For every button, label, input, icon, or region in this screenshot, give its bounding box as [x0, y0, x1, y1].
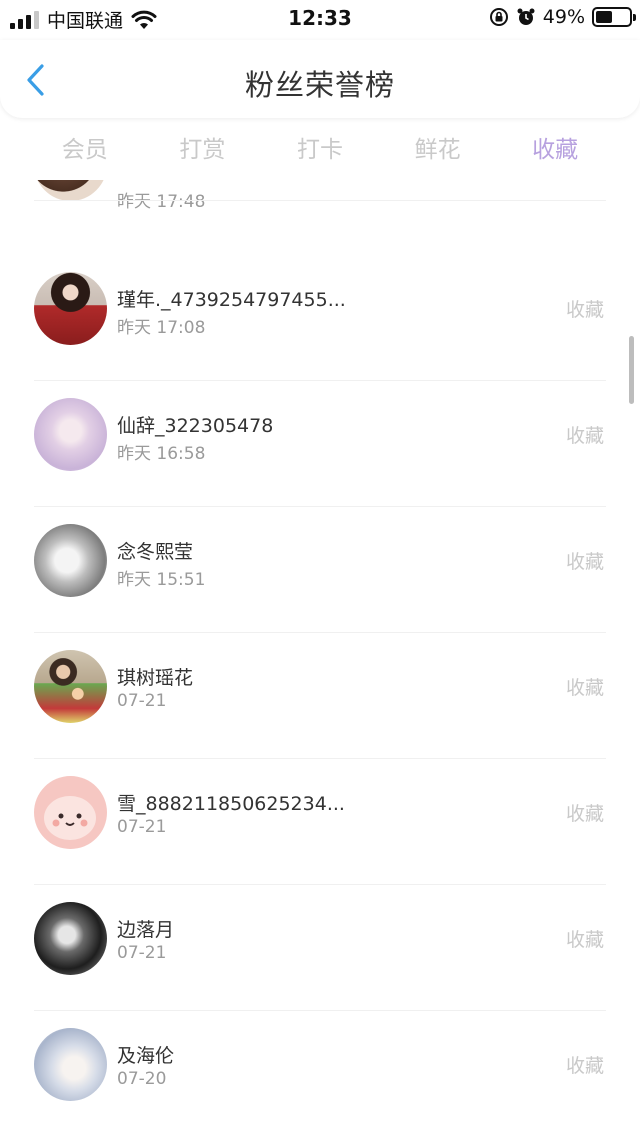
carrier-name: 中国联通 [47, 10, 124, 32]
rotation-lock-icon [489, 8, 508, 26]
list-item[interactable]: 雪_888211850625234... 07-21 收藏 [0, 713, 640, 849]
item-name: 边落月 [117, 919, 175, 941]
item-name: 念冬熙莹 [117, 541, 194, 563]
favorite-action[interactable]: 收藏 [566, 295, 604, 322]
tab-tip[interactable]: 打赏 [152, 128, 252, 174]
favorite-action[interactable]: 收藏 [566, 1051, 604, 1078]
favorite-action[interactable]: 收藏 [566, 421, 604, 448]
item-time: 07-20 [117, 1069, 167, 1089]
item-name: 雪_888211850625234... [117, 793, 345, 815]
item-time: 07-21 [117, 691, 167, 711]
list-item[interactable]: 边落月 07-21 收藏 [0, 839, 640, 975]
avatar [34, 1028, 107, 1101]
item-name: 及海伦 [117, 1045, 175, 1067]
battery-percentage: 49% [542, 6, 585, 28]
favorite-action[interactable]: 收藏 [566, 673, 604, 700]
page-title: 粉丝荣誉榜 [244, 68, 395, 102]
battery-level-fill [596, 11, 612, 23]
item-name: 瑾年._4739254797455... [117, 289, 346, 311]
item-time: 07-21 [117, 817, 167, 837]
list-item[interactable]: 琪树瑶花 07-21 收藏 [0, 587, 640, 723]
category-tabs: 会员 打赏 打卡 鲜花 收藏 [0, 128, 640, 174]
cellular-signal-icon [10, 10, 39, 29]
list-item[interactable]: 仙辞_322305478 昨天 16:58 收藏 [0, 335, 640, 471]
navigation-header: 粉丝荣誉榜 [0, 40, 640, 118]
alarm-clock-icon [517, 8, 535, 25]
item-name: 仙辞_322305478 [117, 415, 274, 437]
status-bar-right: 49% [489, 6, 636, 28]
scrollbar[interactable] [629, 336, 634, 404]
tab-favorites[interactable]: 收藏 [505, 128, 605, 174]
battery-icon [592, 7, 636, 27]
list-item[interactable]: 及海伦 07-20 收藏 [0, 965, 640, 1101]
list-item[interactable]: 瑾年._4739254797455... 昨天 17:08 收藏 [0, 209, 640, 345]
tab-flowers[interactable]: 鲜花 [388, 128, 488, 174]
favorite-action[interactable]: 收藏 [566, 547, 604, 574]
favorite-action[interactable]: 收藏 [566, 799, 604, 826]
avatar [34, 180, 107, 201]
tab-member[interactable]: 会员 [35, 128, 135, 174]
tab-checkin[interactable]: 打卡 [270, 128, 370, 174]
item-time: 07-21 [117, 943, 167, 963]
favorite-action[interactable]: 收藏 [566, 925, 604, 952]
fan-list[interactable]: 昨天 17:48 瑾年._4739254797455... 昨天 17:08 收… [0, 180, 640, 1138]
list-item[interactable]: 念冬熙莹 昨天 15:51 收藏 [0, 461, 640, 597]
status-bar-left: 中国联通 [10, 6, 157, 33]
wifi-icon [131, 10, 157, 29]
item-name: 琪树瑶花 [117, 667, 194, 689]
status-bar: 中国联通 12:33 49% [0, 0, 640, 36]
